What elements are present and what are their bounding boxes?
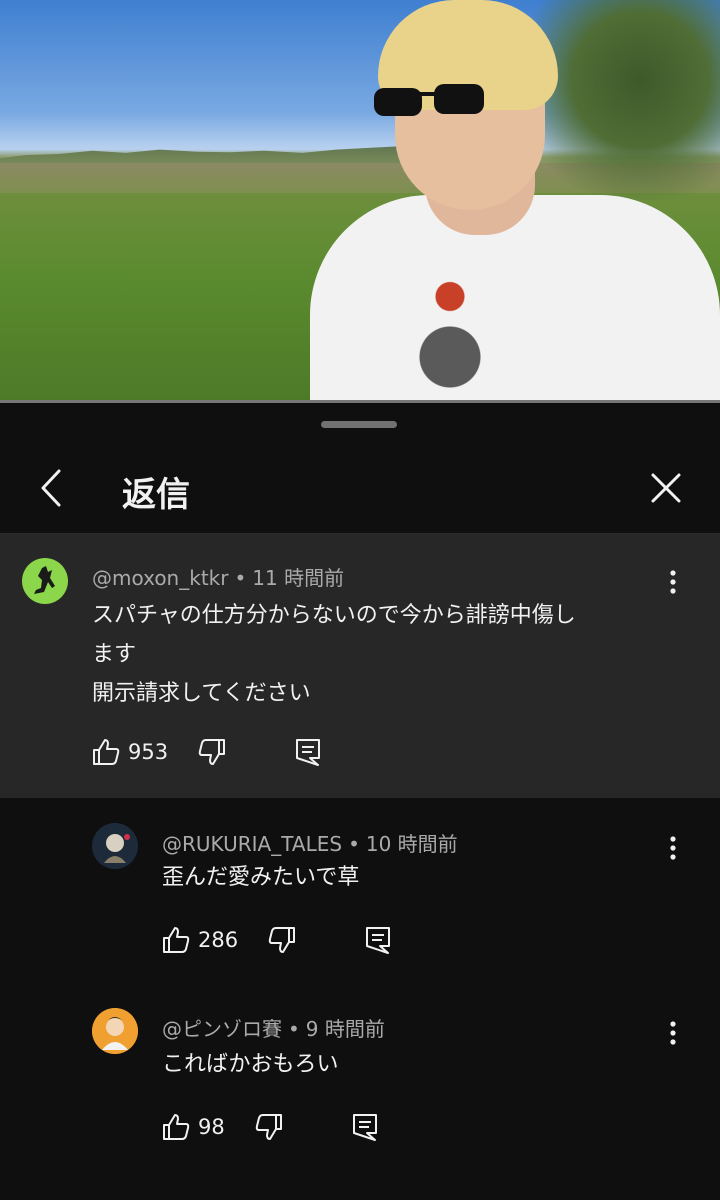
- more-vertical-icon: [670, 570, 676, 594]
- reply-button[interactable]: [292, 736, 324, 768]
- thumbs-up-icon: [93, 739, 120, 765]
- drag-handle[interactable]: [321, 421, 397, 428]
- comment-reply-icon: [352, 1114, 377, 1141]
- thumbs-down-icon: [255, 1114, 282, 1140]
- avatar[interactable]: [92, 1008, 138, 1054]
- avatar-figure-icon: [34, 566, 55, 594]
- dislike-button[interactable]: [196, 736, 228, 768]
- comment-text-line: スパチャの仕方分からないので今から誹謗中傷し: [92, 603, 576, 628]
- comment-reply-icon: [366, 927, 391, 954]
- chevron-left-icon: [41, 469, 61, 507]
- page-title: 返信: [122, 475, 190, 515]
- thumbs-down-icon: [198, 739, 226, 765]
- comment-reply-icon: [296, 739, 321, 766]
- reply-button[interactable]: [349, 1111, 381, 1143]
- meta-separator: •: [348, 832, 360, 856]
- close-icon: [651, 473, 681, 503]
- comment-text-line: ます: [92, 642, 137, 667]
- more-vertical-icon: [670, 836, 676, 860]
- comment-text-line: こればかおもろい: [162, 1052, 339, 1077]
- dislike-button[interactable]: [253, 1111, 285, 1143]
- comment-actions: 98: [160, 1107, 381, 1147]
- video-sunglasses: [374, 84, 484, 116]
- comment-meta: @RUKURIA_TALES • 10 時間前: [162, 828, 458, 857]
- video-shirt-print: [400, 280, 500, 390]
- sheet-header: 返信: [0, 443, 720, 533]
- comment-author[interactable]: @moxon_ktkr: [92, 566, 228, 590]
- avatar[interactable]: [92, 823, 138, 869]
- comment-meta: @ピンゾロ賽 • 9 時間前: [162, 1013, 385, 1042]
- more-button[interactable]: [658, 1013, 688, 1053]
- comment-time: 11 時間前: [252, 566, 345, 590]
- like-button[interactable]: [90, 736, 122, 768]
- like-count: 953: [128, 740, 169, 764]
- reply-item: @ピンゾロ賽 • 9 時間前 こればかおもろい 98: [0, 988, 720, 1178]
- comment-text: スパチャの仕方分からないので今から誹謗中傷し ます 開示請求してください: [92, 596, 576, 713]
- video-background-trees: [520, 0, 720, 200]
- reply-item: @RUKURIA_TALES • 10 時間前 歪んだ愛みたいで草 286: [0, 798, 720, 988]
- comment-time: 9 時間前: [305, 1017, 385, 1041]
- comment-text-line: 開示請求してください: [92, 681, 311, 706]
- comment-time: 10 時間前: [365, 832, 458, 856]
- reply-button[interactable]: [362, 924, 394, 956]
- like-button[interactable]: [160, 924, 192, 956]
- like-count: 286: [198, 928, 239, 952]
- thumbs-down-icon: [268, 927, 296, 953]
- video-person-shirt: [310, 195, 720, 403]
- thumbs-up-icon: [163, 1114, 190, 1140]
- like-button[interactable]: [160, 1111, 192, 1143]
- meta-separator: •: [234, 566, 247, 590]
- back-button[interactable]: [24, 463, 80, 513]
- like-count: 98: [198, 1115, 225, 1139]
- close-button[interactable]: [638, 463, 694, 513]
- comment-actions: 953: [90, 732, 324, 772]
- replies-sheet: 返信 @moxon_ktkr • 11 時間前 スパチャの仕方分からないので今から誹…: [0, 403, 720, 1200]
- meta-separator: •: [288, 1017, 300, 1041]
- avatar-character-icon: [92, 1008, 138, 1054]
- comment-text: 歪んだ愛みたいで草: [162, 858, 359, 897]
- avatar[interactable]: [22, 558, 68, 604]
- comment-author[interactable]: @ピンゾロ賽: [162, 1017, 282, 1041]
- video-background-treeline: [0, 145, 420, 165]
- video-player[interactable]: [0, 0, 720, 403]
- comment-actions: 286: [160, 920, 394, 960]
- more-button[interactable]: [658, 562, 688, 602]
- comment-text-line: 歪んだ愛みたいで草: [162, 865, 360, 890]
- thumbs-up-icon: [163, 927, 190, 953]
- more-vertical-icon: [670, 1021, 676, 1045]
- more-button[interactable]: [658, 828, 688, 868]
- dislike-button[interactable]: [266, 924, 298, 956]
- avatar-character-icon: [92, 823, 138, 869]
- comment-meta: @moxon_ktkr • 11 時間前: [92, 562, 344, 591]
- comment-author[interactable]: @RUKURIA_TALES: [162, 832, 342, 856]
- comment-text: こればかおもろい: [162, 1045, 338, 1084]
- parent-comment: @moxon_ktkr • 11 時間前 スパチャの仕方分からないので今から誹謗中傷…: [0, 534, 720, 798]
